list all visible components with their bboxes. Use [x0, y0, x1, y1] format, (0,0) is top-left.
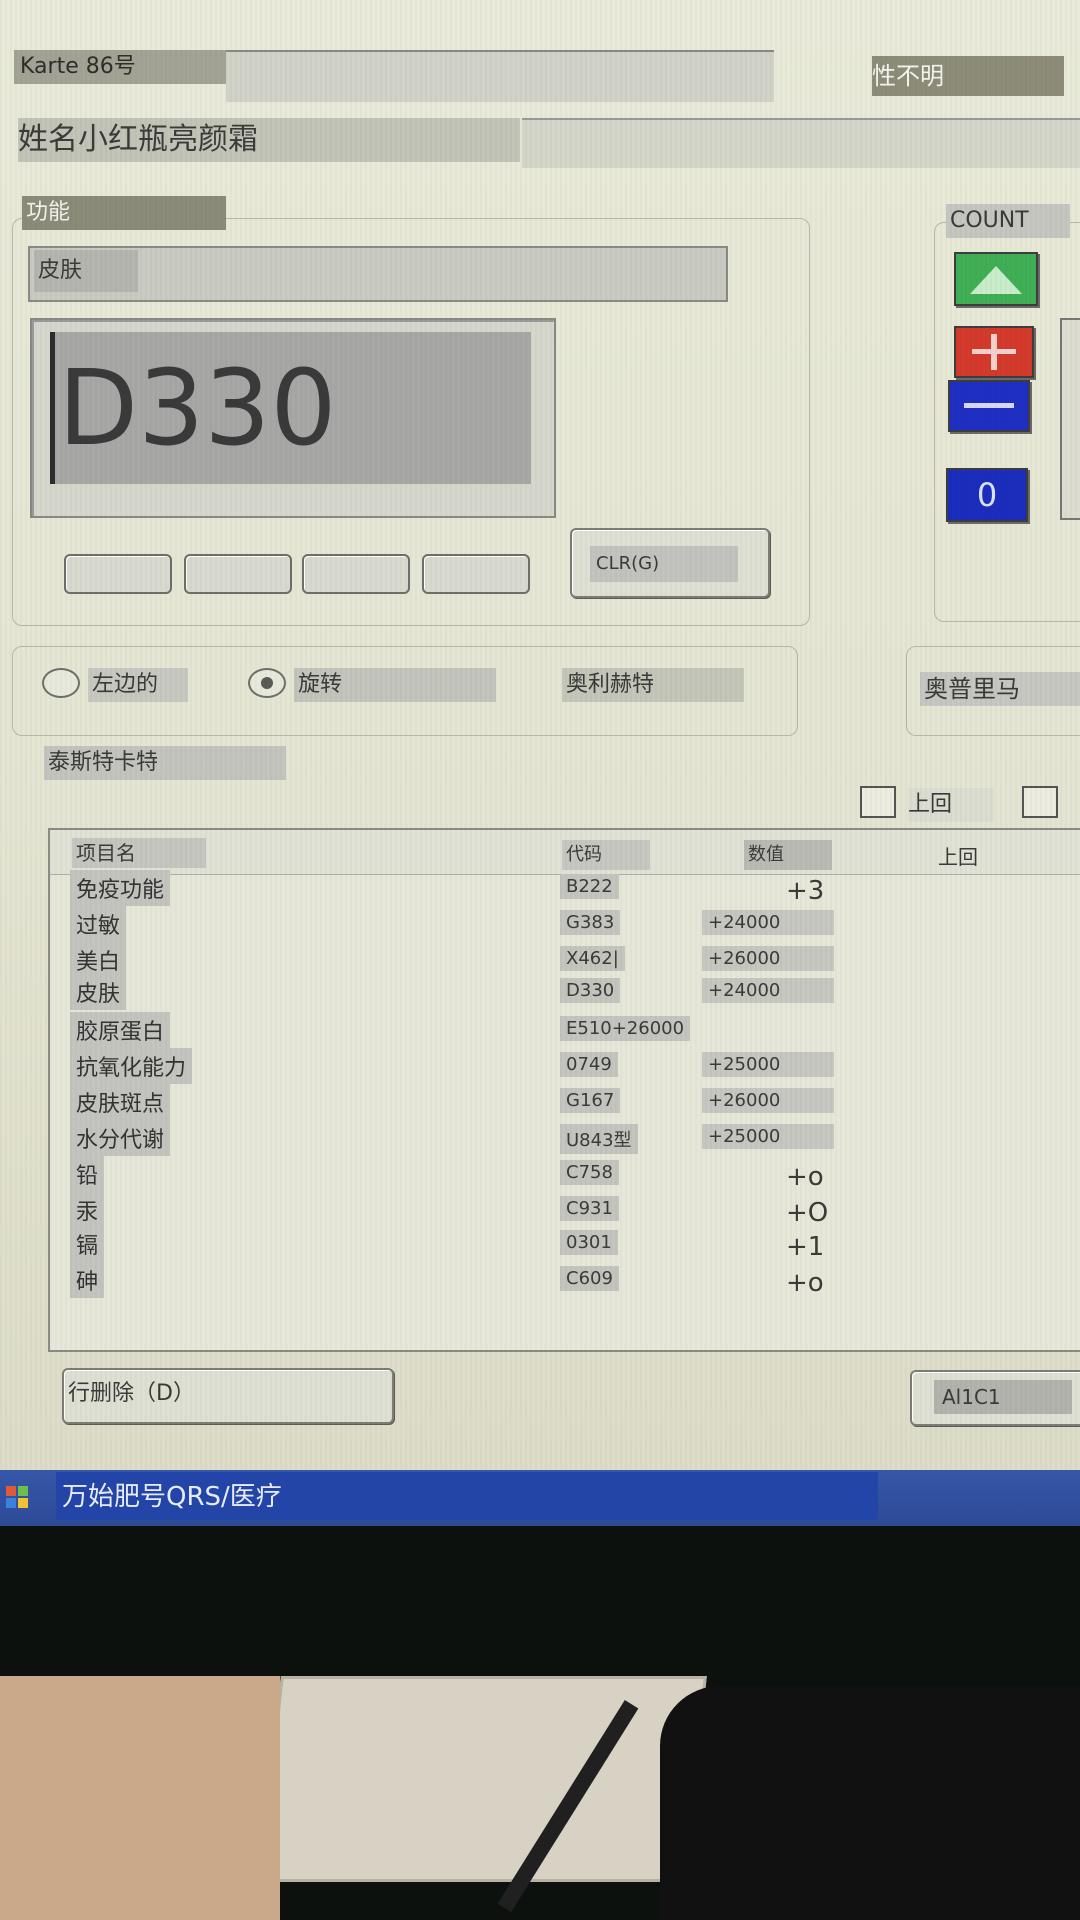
prev-checkbox-label: 上回: [908, 788, 994, 822]
function-button-4[interactable]: [422, 554, 530, 594]
count-minus-button[interactable]: [948, 380, 1030, 432]
function-button-2[interactable]: [184, 554, 292, 594]
patient-name-field[interactable]: [522, 118, 1080, 168]
table-row-value: +24000: [702, 910, 834, 935]
table-row-value: +24000: [702, 978, 834, 1003]
minus-icon: [964, 403, 1014, 408]
table-row-value: +25000: [702, 1124, 834, 1149]
radio-rotate-selected-dot: [261, 677, 273, 689]
al1c1-label: Al1C1: [934, 1380, 1072, 1414]
table-row-value: +1: [786, 1232, 825, 1262]
count-zero-label: 0: [976, 476, 998, 514]
table-row-code: C609: [560, 1266, 619, 1291]
table-row-value: +O: [786, 1198, 829, 1228]
table-row-item[interactable]: 水分代谢: [70, 1120, 171, 1156]
plus-icon: [972, 334, 1016, 370]
count-group-title: COUNT: [946, 204, 1070, 238]
table-row-code: G167: [560, 1088, 621, 1113]
monitor-bezel: [0, 1526, 1080, 1920]
code-display-value: D330: [58, 347, 337, 469]
radio-rotate-label: 旋转: [294, 668, 496, 702]
header-item: 项目名: [72, 838, 206, 868]
tester-label: 泰斯特卡特: [44, 746, 286, 780]
table-row-item[interactable]: 汞: [70, 1192, 105, 1228]
count-zero-button[interactable]: 0: [946, 468, 1028, 522]
table-row-item[interactable]: 免疫功能: [70, 870, 171, 906]
table-row-value: +26000: [702, 946, 834, 971]
header-prev: 上回: [938, 845, 978, 869]
app-window: Karte 86号 性不明 姓名小红瓶亮颜霜 功能 皮肤 D330 CLR(G)…: [0, 0, 1080, 1470]
table-row-item[interactable]: 胶原蛋白: [70, 1012, 171, 1048]
table-row-item[interactable]: 镉: [70, 1226, 105, 1262]
table-row-code: C758: [560, 1160, 619, 1185]
table-row-item[interactable]: 抗氧化能力: [70, 1048, 193, 1084]
results-table: 项目名 代码 数值 上回 免疫功能 B222 +3 过敏 G383 +24000 美白 X46…: [48, 828, 1080, 1352]
count-plus-button[interactable]: [954, 326, 1034, 378]
radio-left-label: 左边的: [88, 668, 188, 702]
windows-start-icon[interactable]: [4, 1484, 30, 1512]
taskbar: 万始肥号QRS/医疗: [0, 1470, 1080, 1526]
monitor-stand: [660, 1686, 1080, 1920]
table-row-item[interactable]: 砷: [70, 1262, 105, 1298]
table-row-code: X462|: [560, 946, 625, 971]
table-row-value: +3: [786, 876, 825, 906]
delete-row-label: 行删除（D）: [68, 1381, 195, 1406]
desk-paper: [259, 1676, 707, 1882]
table-row-code: E510+26000: [560, 1016, 691, 1041]
table-row-code: 0301: [560, 1230, 618, 1255]
karte-field[interactable]: [226, 50, 774, 102]
radio-rotate[interactable]: [248, 668, 286, 698]
function-button-1[interactable]: [64, 554, 172, 594]
prev-checkbox-2[interactable]: [1022, 786, 1058, 818]
table-row-item[interactable]: 皮肤: [70, 974, 127, 1010]
taskbar-app-title: 万始肥号QRS/医疗: [62, 1482, 282, 1512]
function-group-title: 功能: [22, 196, 226, 230]
header-code: 代码: [562, 840, 650, 870]
function-button-3[interactable]: [302, 554, 410, 594]
table-row-value: +o: [786, 1268, 824, 1298]
table-row-item[interactable]: 美白: [70, 942, 127, 978]
category-value: 皮肤: [34, 250, 138, 292]
table-row-value: [780, 1016, 792, 1020]
optima-label: 奥普里马: [920, 672, 1080, 706]
clr-button-label: CLR(G): [590, 546, 738, 582]
gender-label: 性不明: [872, 56, 1064, 96]
table-row-item[interactable]: 铅: [70, 1156, 105, 1192]
table-row-item[interactable]: 皮肤斑点: [70, 1084, 171, 1120]
table-row-code: B222: [560, 874, 619, 899]
prev-checkbox[interactable]: [860, 786, 896, 818]
table-row-value: +26000: [702, 1088, 834, 1113]
table-row-code: C931: [560, 1196, 619, 1221]
table-row-code: G383: [560, 910, 621, 935]
olihert-label: 奥利赫特: [562, 668, 744, 702]
radio-left[interactable]: [42, 668, 80, 698]
count-side-panel: [1060, 318, 1080, 520]
table-row-code: 0749: [560, 1052, 618, 1077]
header-value: 数值: [744, 840, 832, 870]
table-row-code: U843型: [560, 1124, 638, 1154]
table-row-value: +25000: [702, 1052, 834, 1077]
table-row-item[interactable]: 过敏: [70, 906, 127, 942]
count-up-button[interactable]: [954, 252, 1038, 306]
patient-name-label: 姓名小红瓶亮颜霜: [18, 118, 520, 162]
triangle-up-icon: [970, 266, 1022, 294]
desk-surface: [0, 1676, 280, 1920]
table-row-value: +o: [786, 1162, 824, 1192]
table-row-code: D330: [560, 978, 621, 1003]
